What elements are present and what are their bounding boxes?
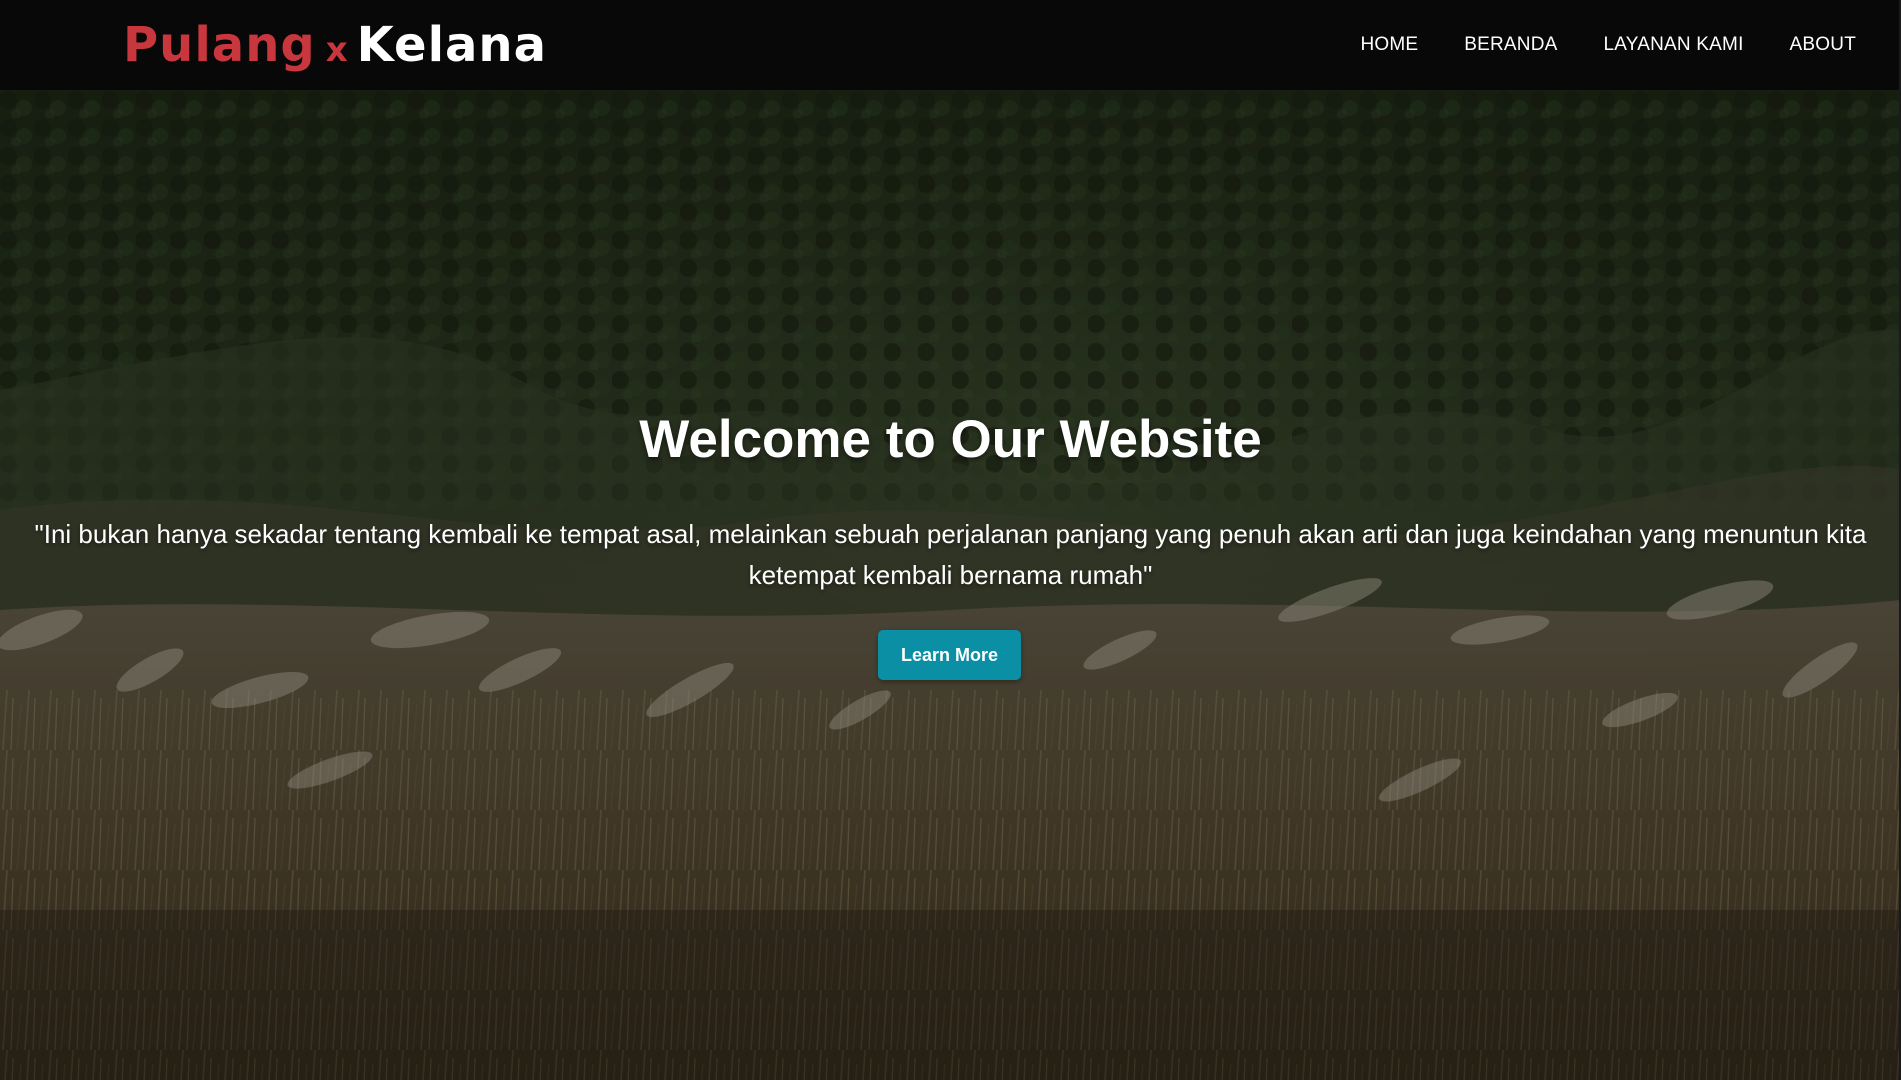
nav-item-about: ABOUT	[1790, 34, 1856, 56]
nav-menu: HOME BERANDA LAYANAN KAMI ABOUT	[1360, 0, 1856, 90]
logo-text-kelana: Kelana	[356, 17, 547, 73]
nav-link-about[interactable]: ABOUT	[1790, 34, 1856, 55]
site-logo[interactable]: Pulang x Kelana	[123, 12, 547, 78]
nav-item-beranda: BERANDA	[1464, 34, 1557, 56]
nav-link-beranda[interactable]: BERANDA	[1464, 34, 1557, 55]
nav-item-layanan-kami: LAYANAN KAMI	[1604, 34, 1744, 56]
logo-separator: x	[325, 30, 349, 70]
page: Pulang x Kelana HOME BERANDA LAYANAN KAM…	[0, 0, 1901, 1080]
hero-title: Welcome to Our Website	[639, 410, 1262, 469]
nav-link-home[interactable]: HOME	[1360, 34, 1418, 55]
navbar: Pulang x Kelana HOME BERANDA LAYANAN KAM…	[0, 0, 1901, 90]
hero-quote: "Ini bukan hanya sekadar tentang kembali…	[34, 519, 1867, 590]
learn-more-button[interactable]: Learn More	[878, 630, 1021, 680]
logo-text-pulang: Pulang	[123, 17, 316, 73]
nav-item-home: HOME	[1360, 34, 1418, 56]
nav-link-layanan-kami[interactable]: LAYANAN KAMI	[1604, 34, 1744, 55]
hero-section: Welcome to Our Website "Ini bukan hanya …	[0, 90, 1901, 1080]
